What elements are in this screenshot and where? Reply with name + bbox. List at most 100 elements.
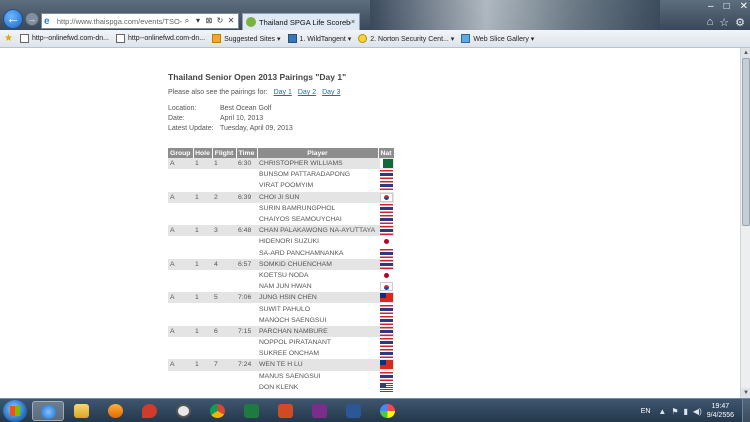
site-favicon-icon <box>246 17 256 27</box>
tray-clock[interactable]: 19:47 9/4/2556 <box>707 402 734 420</box>
favorite-link-2[interactable]: http--onlinefwd.com-dn... <box>116 34 205 43</box>
table-row: VIRAT POOMYIM <box>168 180 394 191</box>
search-icon[interactable]: ⌕ <box>182 16 192 26</box>
stop-icon[interactable]: ✕ <box>226 16 236 26</box>
scroll-up-arrow-icon[interactable]: ▲ <box>741 48 750 58</box>
taskbar-pin-app[interactable] <box>134 401 166 421</box>
dropdown-icon[interactable]: ▾ <box>193 16 203 26</box>
column-header-player: Player <box>257 148 379 158</box>
hole-cell <box>193 315 212 326</box>
favorite-link-1[interactable]: http--onlinefwd.com-dn... <box>19 34 109 43</box>
close-window-button[interactable]: ✕ <box>740 1 748 12</box>
taskbar-onenote[interactable] <box>304 401 336 421</box>
scroll-thumb[interactable] <box>742 58 750 226</box>
chrome-icon <box>210 404 225 418</box>
maximize-button[interactable]: □ <box>724 1 730 12</box>
player-cell: BUNSOM PATTARADAPONG <box>259 171 351 179</box>
table-row: A 1 2 6:39 CHOI JI SUN <box>168 191 394 203</box>
table-row: SURIN BAMRUNGPHOL <box>168 203 394 214</box>
page-icon <box>116 34 126 43</box>
favorite-norton[interactable]: 2. Norton Security Cent... ▾ <box>358 34 454 43</box>
web-page: Thailand Senior Open 2013 Pairings "Day … <box>0 48 740 398</box>
hole-cell <box>193 236 212 247</box>
update-row: Latest Update: Tuesday, April 09, 2013 <box>168 125 398 135</box>
network-icon[interactable]: ▮ <box>684 407 688 416</box>
suggested-sites-icon <box>212 34 222 43</box>
time-cell <box>236 382 257 393</box>
start-button[interactable] <box>3 400 27 422</box>
forward-arrow-icon[interactable]: → <box>25 12 39 26</box>
internet-explorer-icon <box>41 405 56 419</box>
taskbar-apps <box>32 401 404 421</box>
location-label: Location: <box>168 105 197 112</box>
table-row: BUNSOM PATTARADAPONG <box>168 169 394 180</box>
hole-cell: 1 <box>193 258 212 270</box>
taskbar-media-player[interactable] <box>100 401 132 421</box>
taskbar-chrome[interactable] <box>202 401 234 421</box>
flight-cell <box>212 281 236 292</box>
nat-cell <box>378 191 394 203</box>
show-desktop-button[interactable] <box>742 399 750 422</box>
hole-cell <box>193 281 212 292</box>
flight-cell <box>212 180 236 191</box>
table-row: NOPPOL PIRATANANT <box>168 337 394 348</box>
time-cell <box>236 169 257 180</box>
thai-flag-icon <box>379 349 393 359</box>
taskbar-clock-app[interactable] <box>168 401 200 421</box>
hole-cell: 1 <box>193 158 212 170</box>
thai-flag-icon <box>379 315 393 325</box>
group-cell: A <box>168 225 193 237</box>
player-cell: SUWIT PAHULO <box>259 305 311 313</box>
time-cell: 7:24 <box>236 359 257 371</box>
flag-icon[interactable]: ⚑ <box>671 407 678 416</box>
volume-icon[interactable]: ◀) <box>693 407 702 416</box>
time-cell: 7:06 <box>236 292 257 304</box>
favorites-star-icon[interactable]: ★ <box>4 33 13 44</box>
taskbar-paint[interactable] <box>372 401 404 421</box>
compatibility-icon[interactable]: ⊠ <box>204 16 214 26</box>
onenote-icon <box>312 404 327 418</box>
taskbar-word[interactable] <box>338 401 370 421</box>
day-1-link[interactable]: Day 1 <box>274 89 292 96</box>
settings-gear-icon[interactable]: ⚙ <box>735 16 745 29</box>
refresh-icon[interactable]: ↻ <box>215 16 225 26</box>
hole-cell <box>193 382 212 393</box>
excel-icon <box>244 404 259 418</box>
hole-cell <box>193 248 212 259</box>
group-cell <box>168 270 193 281</box>
favorite-label: Web Slice Gallery ▾ <box>473 35 535 43</box>
web-slice-icon <box>461 34 471 43</box>
nat-cell <box>378 348 394 359</box>
tab-close-icon[interactable]: × <box>351 19 355 26</box>
pairings-body: A 1 1 6:30 CHRISTOPHER WILLIAMS BUNSOM PATTAR… <box>168 158 394 393</box>
player-cell: PARCHAN NAMBURE <box>257 325 378 337</box>
minimize-button[interactable]: – <box>708 1 714 12</box>
home-icon[interactable]: ⌂ <box>707 16 714 29</box>
scroll-down-arrow-icon[interactable]: ▼ <box>741 388 750 398</box>
nat-cell <box>378 258 394 270</box>
taskbar-excel[interactable] <box>236 401 268 421</box>
back-arrow-icon[interactable]: ← <box>3 9 23 29</box>
day-2-link[interactable]: Day 2 <box>298 89 316 96</box>
favorite-web-slice-gallery[interactable]: Web Slice Gallery ▾ <box>461 34 534 43</box>
hole-cell <box>193 169 212 180</box>
taskbar-internet-explorer[interactable] <box>32 401 64 421</box>
address-bar[interactable]: e http://www.thaispga.com/events/TSO-201… <box>41 13 239 29</box>
address-text[interactable]: http://www.thaispga.com/events/TSO-2013/… <box>57 17 182 26</box>
thai-flag-icon <box>379 170 393 180</box>
location-row: Location: Best Ocean Golf <box>168 105 398 115</box>
taskbar-folder[interactable] <box>66 401 98 421</box>
browser-tab[interactable]: Thailand SPGA Life Scorebo... × <box>242 13 360 30</box>
taskbar-powerpoint[interactable] <box>270 401 302 421</box>
table-row: CHAIYOS SEAMOUYCHAI <box>168 214 394 225</box>
table-row: MANUS SAENGSUI <box>168 371 394 382</box>
favorite-suggested-sites[interactable]: Suggested Sites ▾ <box>212 34 281 43</box>
table-header-row: Group Hole Flight Time Player Nat <box>168 148 395 158</box>
favorite-wildtangent[interactable]: 1. WildTangent ▾ <box>287 34 351 43</box>
day-3-link[interactable]: Day 3 <box>322 89 340 96</box>
favorites-star-icon[interactable]: ☆ <box>719 16 729 29</box>
language-indicator[interactable]: EN <box>641 408 651 415</box>
vertical-scrollbar[interactable]: ▲ ▼ <box>740 48 750 398</box>
hole-cell <box>193 303 212 314</box>
show-hidden-icons-icon[interactable]: ▲ <box>658 407 666 416</box>
